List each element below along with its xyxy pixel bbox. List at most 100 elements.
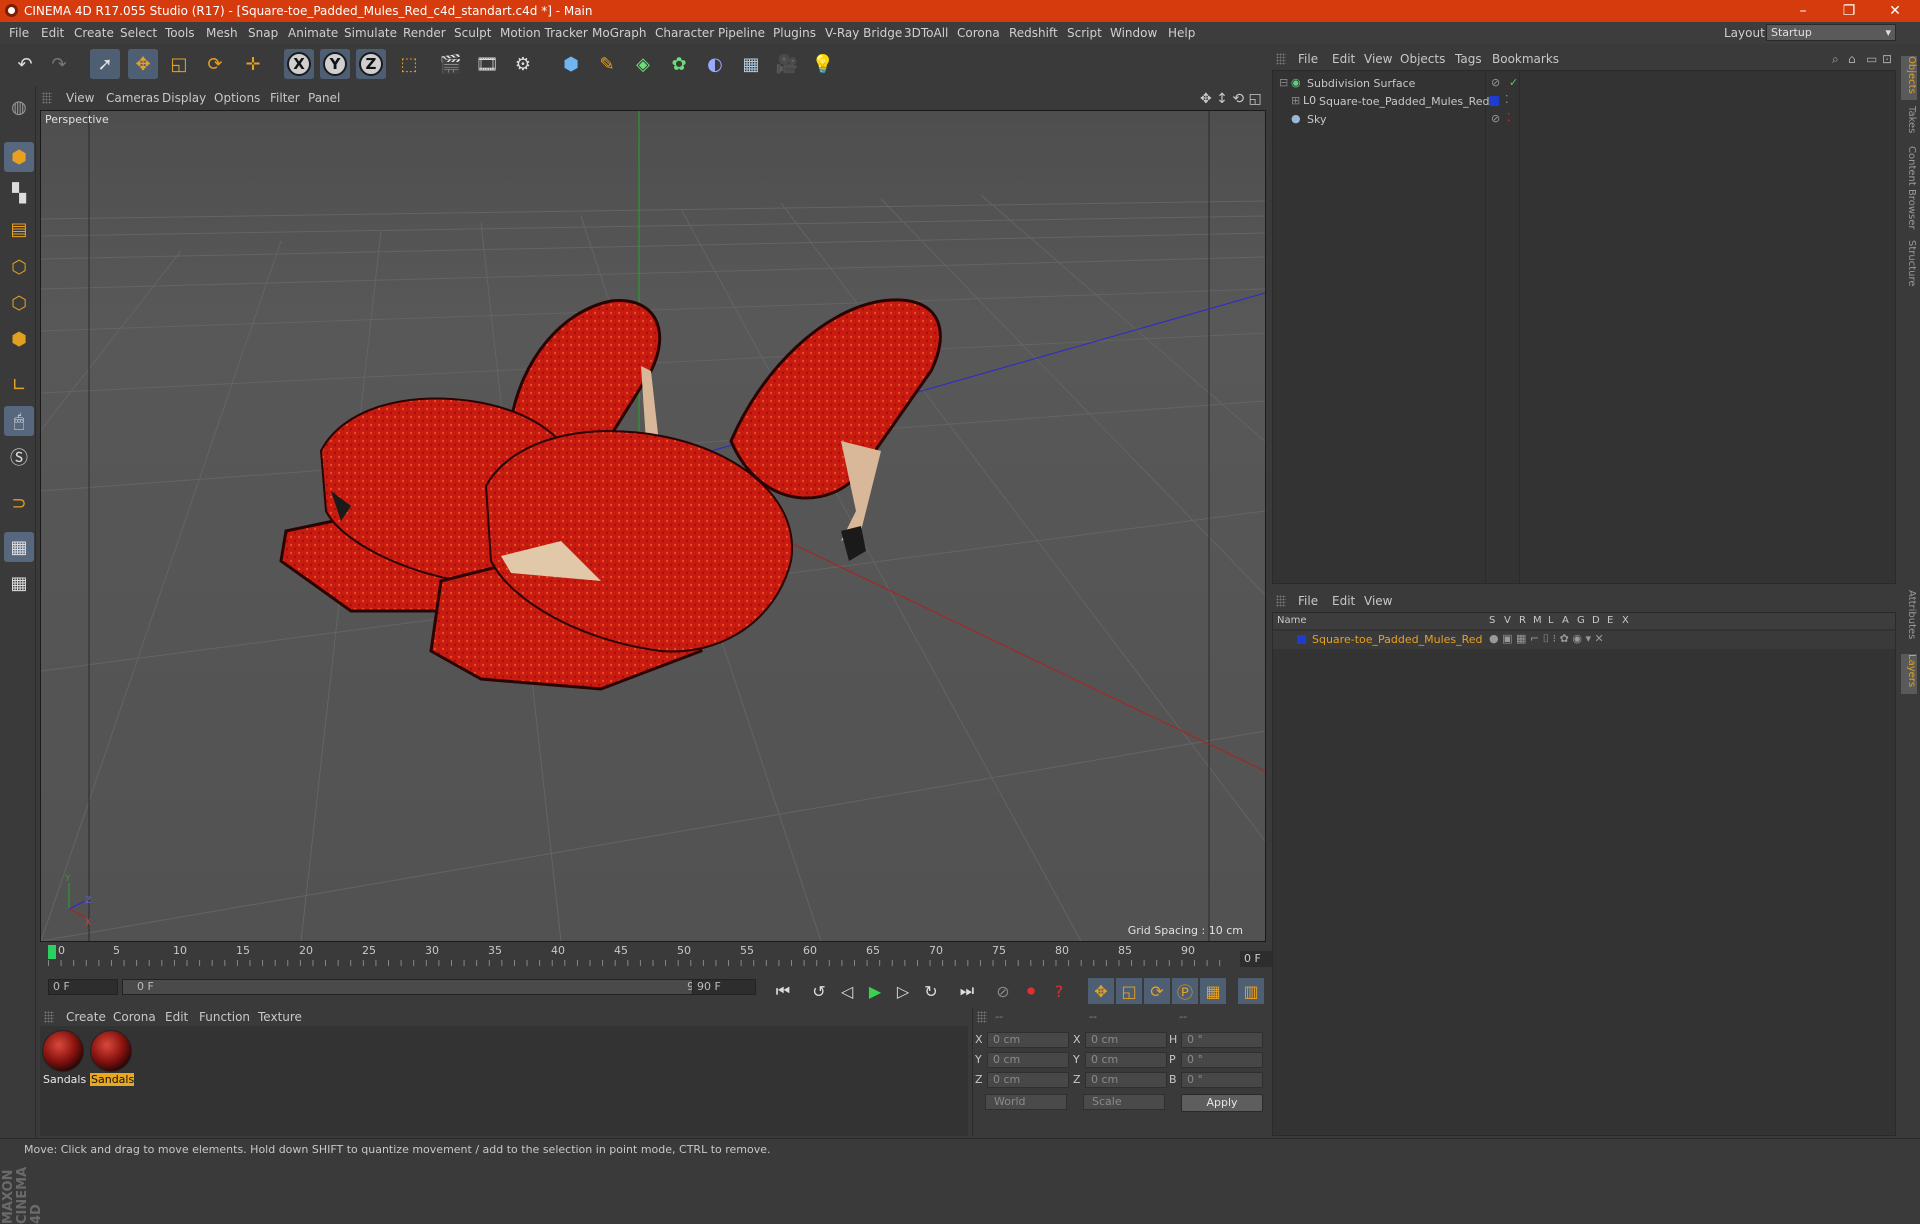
object-menu-bookmarks[interactable]: Bookmarks [1492,52,1559,66]
autokey-icon[interactable]: ? [1046,978,1072,1004]
rotation-h-field[interactable]: 0 ° [1181,1032,1263,1048]
size-x-field[interactable]: 0 cm [1085,1032,1167,1048]
layer-color-swatch[interactable] [1297,635,1306,644]
layout-select[interactable]: Startup ▾ [1766,24,1896,41]
menu-sculpt[interactable]: Sculpt [454,26,491,40]
polygons-mode-icon[interactable]: ⬢ [4,324,34,354]
key-pla-icon[interactable]: ▦ [1200,978,1226,1004]
viewport-menu-display[interactable]: Display [162,91,206,105]
axis-mode-icon[interactable]: ∟ [4,370,34,400]
new-window-icon[interactable]: ▭ [1866,52,1877,66]
material-menu-corona[interactable]: Corona [113,1010,156,1024]
tab-attributes[interactable]: Attributes [1901,590,1917,646]
material-swatch-selected[interactable]: Sandals [90,1030,134,1090]
viewport-menu-filter[interactable]: Filter [270,91,300,105]
record-icon[interactable]: ⏺ [1018,978,1044,1004]
pen-spline-icon[interactable]: ✎ [592,49,622,79]
subdivision-icon[interactable]: ◈ [628,49,658,79]
model-mode-icon[interactable]: ⬢ [4,142,34,172]
rotation-b-field[interactable]: 0 ° [1181,1072,1263,1088]
grid-snap-icon[interactable]: ▦ [4,568,34,598]
panel-grip[interactable] [1276,53,1286,65]
previous-frame-icon[interactable]: ◁ [834,978,860,1004]
menu-select[interactable]: Select [120,26,157,40]
deformer-icon[interactable]: ◐ [700,49,730,79]
visibility-toggle-icon[interactable]: ⊘ [1491,76,1500,89]
tab-takes[interactable]: Takes [1901,106,1917,140]
rotate-icon[interactable]: ⟳ [200,49,230,79]
x-axis-icon[interactable]: X [284,49,314,79]
material-swatch[interactable]: Sandals [42,1030,86,1090]
viewport-menu-cameras[interactable]: Cameras [106,91,159,105]
render-picture-viewer-icon[interactable]: 🎞 [472,49,502,79]
menu-render[interactable]: Render [403,26,446,40]
menu-character[interactable]: Character [655,26,714,40]
key-position-icon[interactable]: ✥ [1088,978,1114,1004]
tweak-icon[interactable]: 🖱 [4,406,34,436]
edges-mode-icon[interactable]: ⬡ [4,288,34,318]
move-icon[interactable]: ✥ [128,49,158,79]
menu-simulate[interactable]: Simulate [344,26,397,40]
go-to-end-icon[interactable]: ⏭ [954,978,980,1004]
position-x-field[interactable]: 0 cm [987,1032,1069,1048]
playhead[interactable] [48,945,56,959]
key-rotation-icon[interactable]: ⟳ [1144,978,1170,1004]
play-icon[interactable]: ▶ [862,978,888,1004]
menu-edit[interactable]: Edit [41,26,64,40]
search-icon[interactable]: ⌕ [1832,52,1839,67]
material-menu-function[interactable]: Function [199,1010,250,1024]
object-menu-file[interactable]: File [1298,52,1318,66]
rotation-p-field[interactable]: 0 ° [1181,1052,1263,1068]
size-z-field[interactable]: 0 cm [1085,1072,1167,1088]
menu-file[interactable]: File [9,26,29,40]
apply-button[interactable]: Apply [1181,1094,1263,1112]
go-to-start-icon[interactable]: ⏮ [770,978,796,1004]
floor-icon[interactable]: ▦ [736,49,766,79]
menu-pipeline[interactable]: Pipeline [718,26,765,40]
menu-corona[interactable]: Corona [957,26,1000,40]
frame-range-slider[interactable]: 0 F 90 F [122,979,726,995]
collapse-toggle-icon[interactable]: ⊟ [1279,76,1288,89]
object-menu-view[interactable]: View [1364,52,1392,66]
panel-grip[interactable] [977,1011,987,1023]
visibility-toggle-icon[interactable]: ⊘ [1491,112,1500,125]
menu-mograph[interactable]: MoGraph [592,26,647,40]
menu-vray-bridge[interactable]: V-Ray Bridge [825,26,902,40]
start-frame-field[interactable]: 0 F [48,979,118,995]
cloner-icon[interactable]: ✿ [664,49,694,79]
menu-motion-tracker[interactable]: Motion Tracker [500,26,588,40]
visibility-dots-icon[interactable]: ⁚ [1505,93,1509,106]
panel-grip[interactable] [44,1011,54,1023]
world-coordinates-icon[interactable]: ⬚ [394,49,424,79]
end-frame-field[interactable]: 90 F [692,979,756,995]
camera-icon[interactable]: 🎥 [772,49,802,79]
render-view-icon[interactable]: 🎬 [436,49,466,79]
size-y-field[interactable]: 0 cm [1085,1052,1167,1068]
menu-window[interactable]: Window [1110,26,1157,40]
y-axis-icon[interactable]: Y [320,49,350,79]
texture-mode-icon[interactable]: ▚ [4,178,34,208]
workplane-icon[interactable]: ▤ [4,214,34,244]
undo-icon[interactable]: ↶ [10,49,40,79]
make-editable-icon[interactable]: ◍ [4,92,34,122]
3d-viewport[interactable]: Y Z X Perspective Grid Spacing : 10 cm [40,110,1266,942]
key-parameter-icon[interactable]: Ⓟ [1172,978,1198,1004]
coordinate-system-select[interactable]: World [985,1094,1067,1110]
object-row-mules[interactable]: ⊞ L0 Square-toe_Padded_Mules_Red ⁚ [1273,93,1895,111]
material-menu-edit[interactable]: Edit [165,1010,188,1024]
minimize-button[interactable]: – [1780,0,1826,22]
tab-objects[interactable]: Objects [1901,56,1917,100]
tab-layers[interactable]: Layers [1901,654,1917,694]
position-z-field[interactable]: 0 cm [987,1072,1069,1088]
layer-menu-file[interactable]: File [1298,594,1318,608]
motion-path-icon[interactable]: ⊘ [990,978,1016,1004]
next-frame-icon[interactable]: ▷ [890,978,916,1004]
scale-icon[interactable]: ◱ [164,49,194,79]
object-row-sky[interactable]: ● Sky ⊘ ⁚ [1273,111,1895,129]
timeline-ruler[interactable]: 0 5 10 15 20 25 30 35 40 45 50 55 60 65 … [40,944,1302,972]
object-row-subdivision-surface[interactable]: ⊟ ◉ Subdivision Surface ⊘ ✓ [1273,75,1895,93]
transform-mode-select[interactable]: Scale [1083,1094,1165,1110]
object-menu-edit[interactable]: Edit [1332,52,1355,66]
viewport-menu-view[interactable]: View [66,91,94,105]
menu-3dtoall[interactable]: 3DToAll [904,26,948,40]
